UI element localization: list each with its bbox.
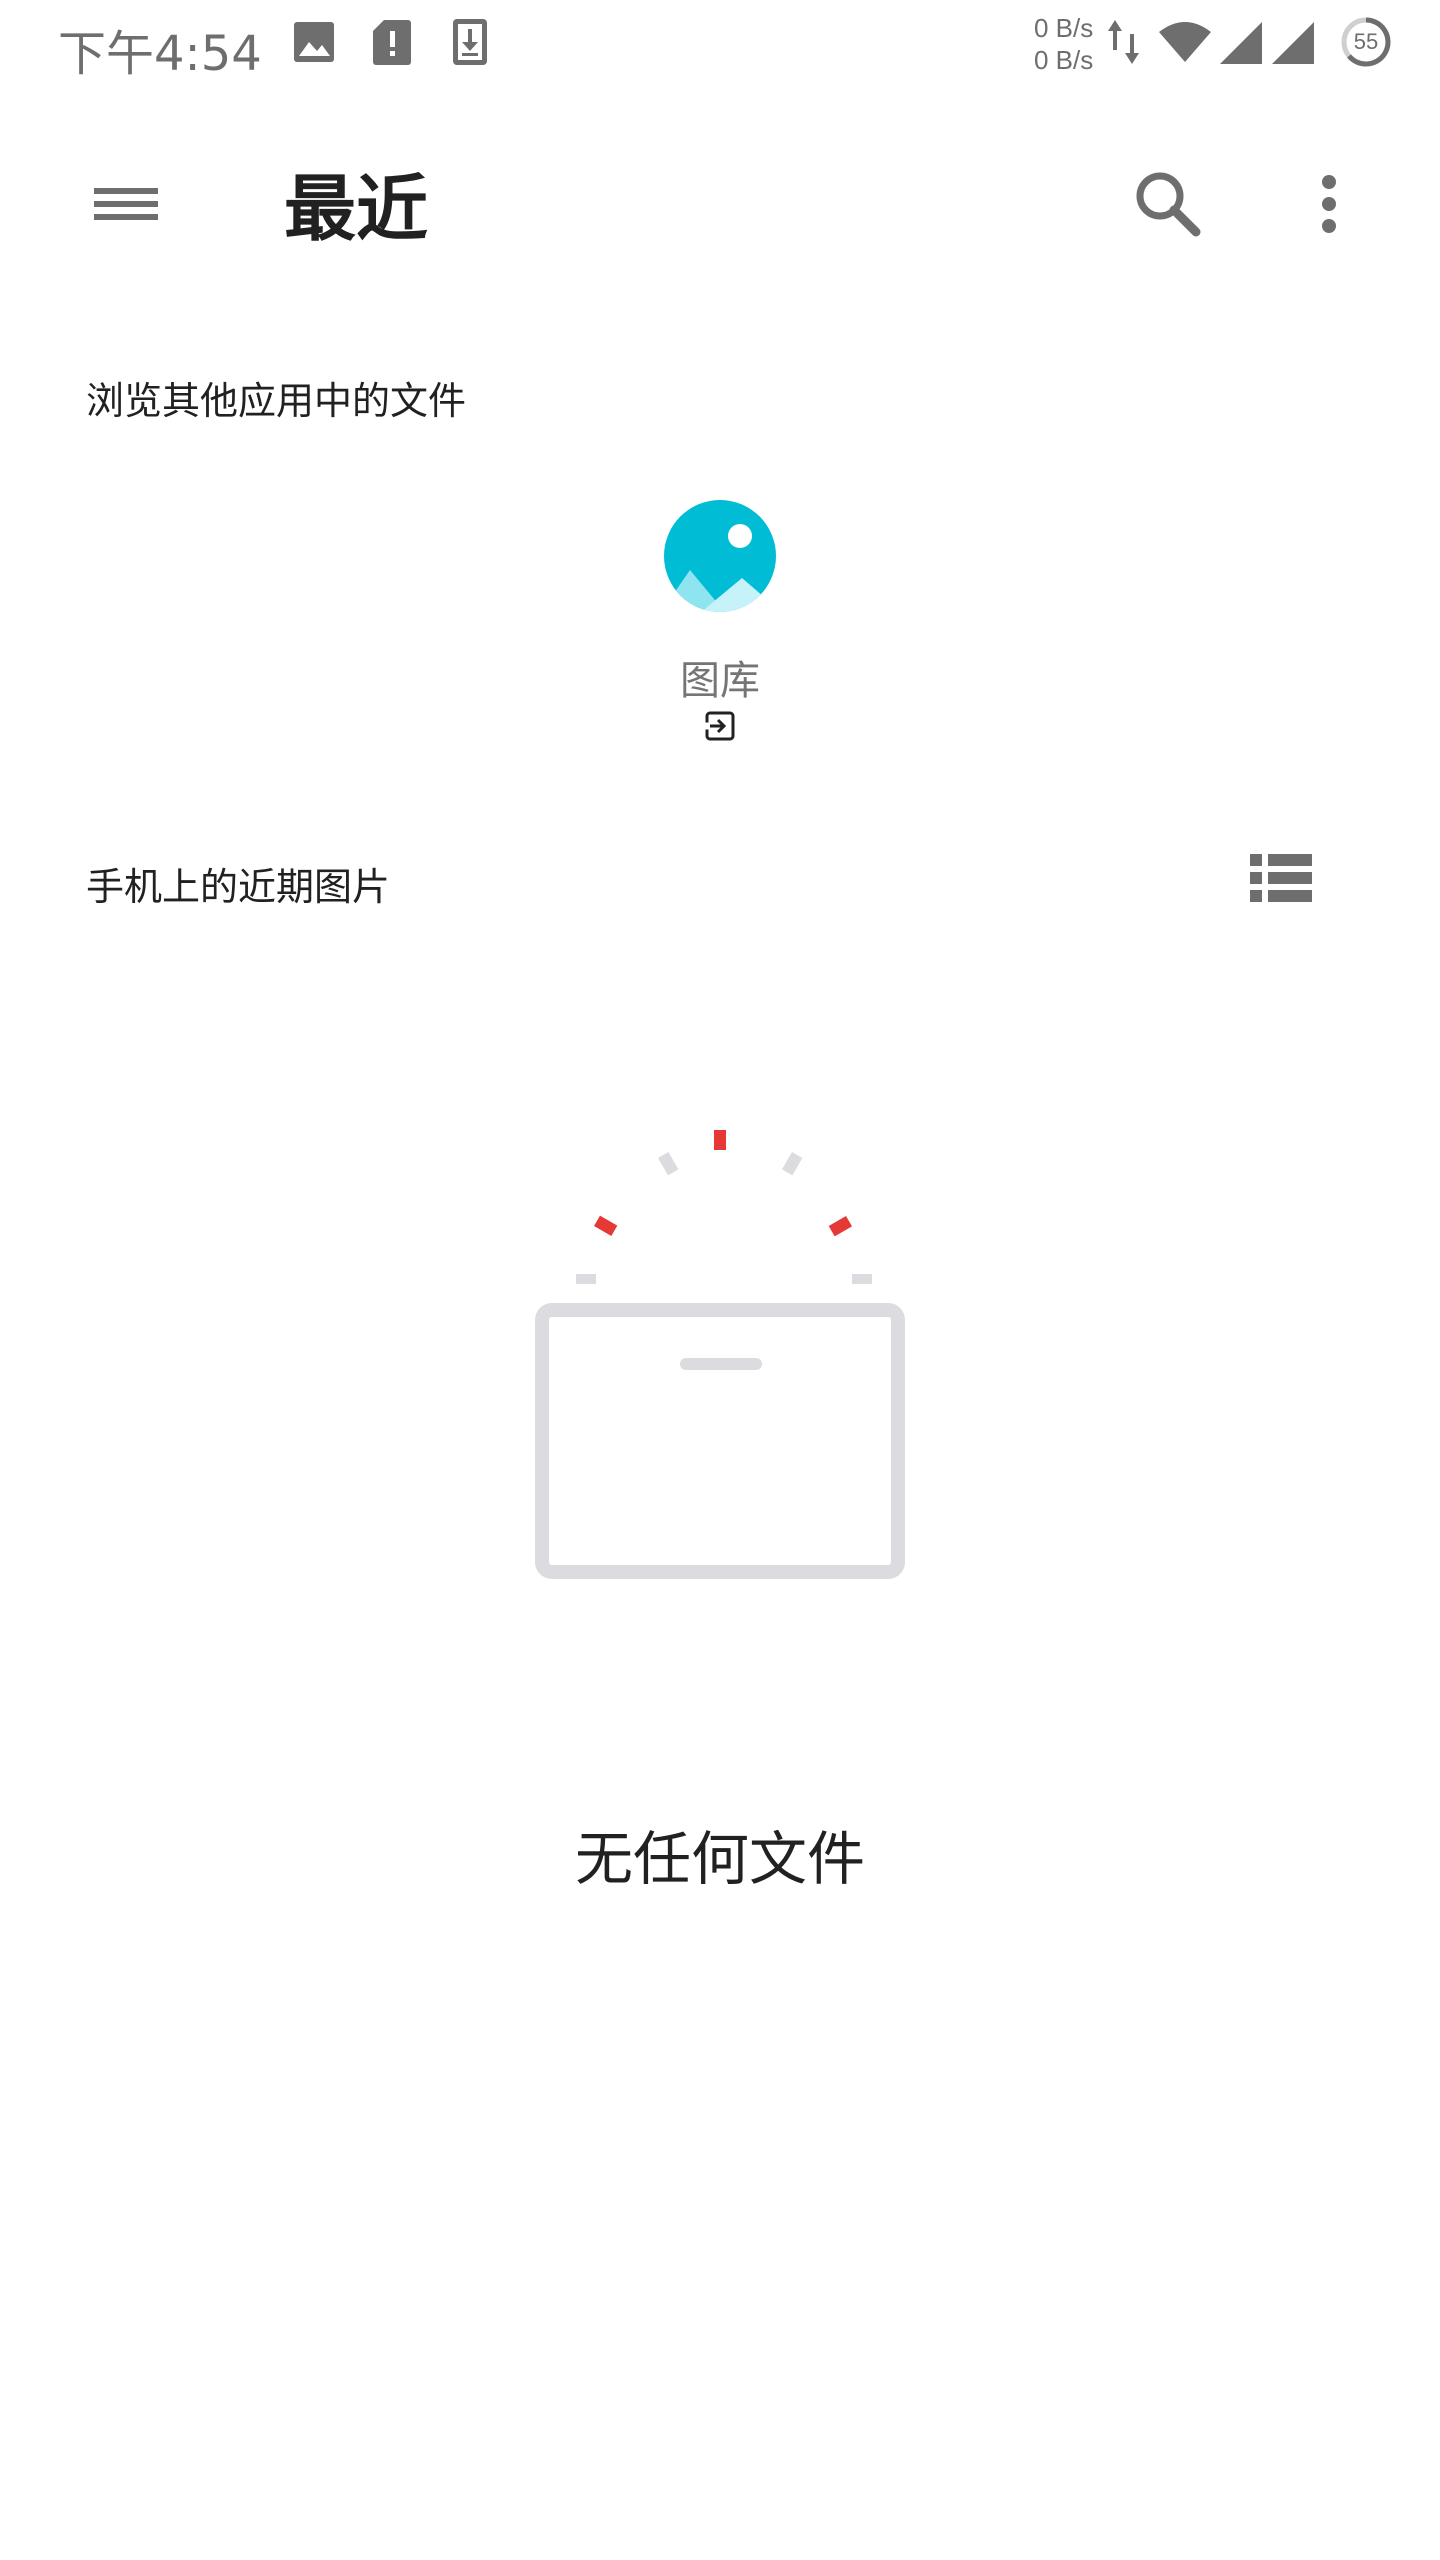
recent-images-header: 手机上的近期图片 <box>86 865 391 909</box>
signal-icon <box>1220 22 1262 64</box>
search-icon[interactable] <box>1120 156 1216 252</box>
app-bar: 最近 <box>0 120 1440 276</box>
net-down-speed: 0 B/s <box>1034 45 1094 75</box>
page-title: 最近 <box>284 167 429 251</box>
list-view-icon[interactable] <box>1230 840 1330 920</box>
status-bar: 下午4:54 0 B/s 0 B/s 55 <box>0 0 1440 84</box>
image-icon <box>294 22 334 62</box>
download-icon <box>453 19 487 65</box>
more-vert-icon[interactable] <box>1284 156 1374 252</box>
battery-level: 55 <box>1353 29 1379 54</box>
wifi-icon <box>1159 22 1211 62</box>
open-in-app-icon <box>704 711 735 741</box>
empty-box-illustration <box>535 1130 905 1579</box>
app-tile-label: 图库 <box>680 658 760 704</box>
menu-icon[interactable] <box>76 164 176 244</box>
battery-indicator: 55 <box>1340 16 1392 68</box>
data-arrows-icon <box>1108 20 1139 64</box>
network-speed: 0 B/s 0 B/s <box>1034 12 1093 76</box>
browse-apps-header: 浏览其他应用中的文件 <box>86 379 467 423</box>
net-up-speed: 0 B/s <box>1034 13 1094 43</box>
sd-card-alert-icon <box>373 20 411 65</box>
gallery-icon <box>664 500 776 612</box>
signal-icon-2 <box>1272 22 1314 64</box>
status-time: 下午4:54 <box>58 26 262 82</box>
empty-state-message: 无任何文件 <box>574 1825 865 1893</box>
app-tile-gallery[interactable]: 图库 <box>620 488 820 768</box>
